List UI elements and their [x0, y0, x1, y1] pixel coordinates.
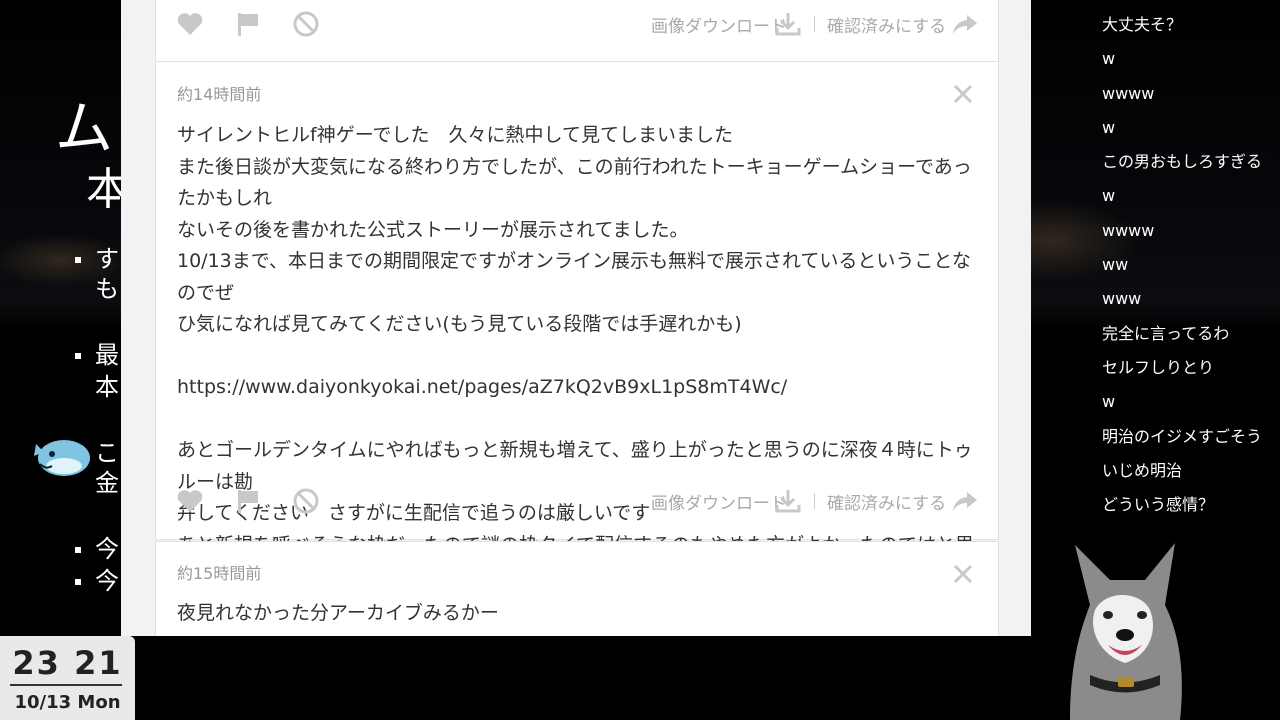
- chat-message: どういう感情？: [1102, 495, 1215, 515]
- mark-confirmed-link[interactable]: 確認済みにする: [827, 489, 946, 514]
- whale-icon: [34, 440, 90, 476]
- chat-message: w: [1102, 49, 1116, 69]
- slide-title-fragment-2: 本: [86, 165, 126, 215]
- chat-message: www: [1102, 289, 1142, 309]
- heart-icon[interactable]: [176, 488, 204, 514]
- slide-bullet: 最: [75, 340, 125, 370]
- chat-message: セルフしりとり: [1102, 357, 1215, 377]
- chat-message: wwww: [1102, 83, 1155, 103]
- action-separator: [814, 16, 815, 32]
- share-arrow-icon[interactable]: [951, 488, 979, 514]
- comment-actions: 画像ダウンロード 確認済みにする: [156, 480, 998, 520]
- clock-date: 10/13 Mon: [14, 692, 121, 713]
- block-icon[interactable]: [292, 488, 320, 514]
- clock-widget: 23 21 10/13 Mon: [0, 636, 135, 720]
- chat-message: この男おもしろすぎる: [1102, 152, 1263, 172]
- slide-bullet: 今: [75, 534, 125, 564]
- comment-panel[interactable]: 画像ダウンロード 確認済みにする 約14時間前 サイレントヒルf神ゲーでした 久…: [121, 0, 1031, 636]
- close-icon[interactable]: [952, 83, 974, 105]
- mark-confirmed-link[interactable]: 確認済みにする: [827, 12, 946, 37]
- chat-message: 大丈夫そ？: [1102, 15, 1183, 34]
- comment-timestamp: 約15時間前: [177, 564, 262, 583]
- share-arrow-icon[interactable]: [951, 11, 979, 37]
- slide-bullet: す: [75, 244, 125, 274]
- chat-message: w: [1102, 186, 1116, 206]
- husky-avatar: [1070, 543, 1182, 720]
- chat-message: w: [1102, 392, 1116, 412]
- comment-timestamp: 約14時間前: [177, 85, 262, 104]
- flag-icon[interactable]: [234, 488, 262, 514]
- block-icon[interactable]: [292, 11, 320, 37]
- action-separator: [814, 493, 815, 509]
- image-download-link[interactable]: 画像ダウンロード: [651, 12, 787, 37]
- flag-icon[interactable]: [234, 11, 262, 37]
- image-download-link[interactable]: 画像ダウンロード: [651, 489, 787, 514]
- chat-message: ww: [1102, 255, 1129, 275]
- clock-time: 23 21: [12, 644, 123, 682]
- comment-card: 画像ダウンロード 確認済みにする: [155, 0, 999, 62]
- heart-icon[interactable]: [176, 11, 204, 37]
- download-icon[interactable]: [774, 488, 802, 514]
- live-chat: 大丈夫そ？ w wwww w この男おもしろすぎる w wwww ww www …: [1102, 8, 1277, 522]
- comment-card: 約15時間前 夜見れなかった分アーカイブみるかー: [155, 541, 999, 636]
- comment-message: 夜見れなかった分アーカイブみるかー: [177, 602, 499, 624]
- close-icon[interactable]: [952, 563, 974, 585]
- chat-message: w: [1102, 117, 1116, 137]
- slide-title-fragment: ム: [55, 98, 114, 158]
- slide-bullet: 今: [75, 566, 125, 596]
- download-icon[interactable]: [774, 11, 802, 37]
- comment-actions: 画像ダウンロード 確認済みにする: [156, 3, 998, 43]
- chat-message: 完全に言ってるわ: [1102, 323, 1230, 343]
- comment-card: 約14時間前 サイレントヒルf神ゲーでした 久々に熱中して見てしまいました また…: [155, 61, 999, 587]
- chat-message: wwww: [1102, 220, 1155, 240]
- comment-message: サイレントヒルf神ゲーでした 久々に熱中して見てしまいました また後日談が大変気…: [177, 124, 974, 587]
- chat-message: 明治のイジメすごそう: [1102, 426, 1263, 446]
- clock-divider: [10, 684, 122, 686]
- chat-message: いじめ明治: [1102, 460, 1183, 480]
